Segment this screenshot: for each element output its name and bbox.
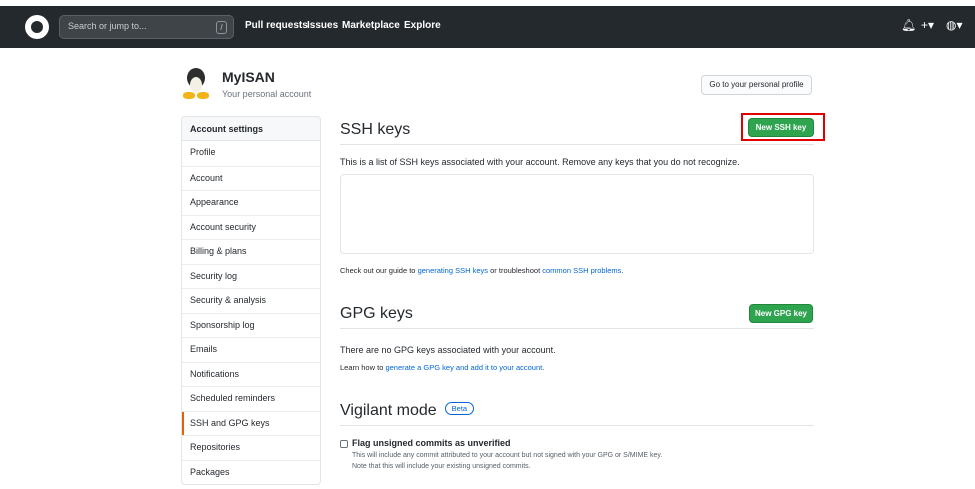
go-to-profile-button[interactable]: Go to your personal profile (701, 75, 812, 95)
ssh-keys-list (340, 174, 814, 254)
sidebar-item-security-log[interactable]: Security log (182, 263, 320, 289)
sidebar-item-scheduled-reminders[interactable]: Scheduled reminders (182, 386, 320, 411)
sidebar-item-repositories[interactable]: Repositories (182, 435, 320, 460)
vigilant-divider (340, 425, 814, 426)
search-input[interactable]: Search or jump to... / (59, 15, 234, 39)
sidebar-item-sponsorship-log[interactable]: Sponsorship log (182, 312, 320, 338)
sidebar-item-security-analysis[interactable]: Security & analysis (182, 288, 320, 313)
generate-gpg-key-link[interactable]: generate a GPG key and add it to your ac… (385, 363, 542, 372)
sidebar-item-account[interactable]: Account (182, 165, 320, 191)
sidebar-header: Account settings (182, 117, 320, 141)
sidebar-item-emails[interactable]: Emails (182, 337, 320, 362)
search-placeholder: Search or jump to... (68, 21, 147, 31)
ssh-description: This is a list of SSH keys associated wi… (340, 157, 740, 167)
gpg-learn-text: Learn how to generate a GPG key and add … (340, 363, 545, 372)
user-subtitle: Your personal account (222, 89, 312, 99)
plus-icon[interactable]: +▾ (921, 18, 934, 32)
ssh-guide-text: Check out our guide to generating SSH ke… (340, 266, 624, 275)
sidebar-item-profile[interactable]: Profile (182, 141, 320, 166)
vigilant-desc-line2: Note that this will include your existin… (352, 463, 531, 470)
sidebar-item-packages[interactable]: Packages (182, 459, 320, 485)
sidebar-item-ssh-gpg-keys[interactable]: SSH and GPG keys (182, 410, 320, 436)
ssh-divider (340, 144, 814, 145)
settings-sidebar: Account settings Profile Account Appeara… (181, 116, 321, 485)
nav-marketplace[interactable]: Marketplace (342, 20, 400, 31)
new-gpg-key-button[interactable]: New GPG key (749, 304, 813, 323)
common-ssh-problems-link[interactable]: common SSH problems (542, 266, 621, 275)
global-header: Search or jump to... / Pull requests Iss… (0, 6, 975, 48)
gpg-divider (340, 328, 814, 329)
sidebar-item-billing[interactable]: Billing & plans (182, 239, 320, 264)
github-logo-icon[interactable] (25, 15, 49, 39)
nav-issues[interactable]: Issues (307, 20, 338, 31)
flag-unsigned-checkbox[interactable] (340, 440, 348, 448)
gpg-empty-text: There are no GPG keys associated with yo… (340, 345, 556, 355)
vigilant-mode-title: Vigilant mode Beta (340, 402, 475, 420)
bell-icon[interactable]: 🔔︎ (901, 18, 916, 32)
sidebar-item-appearance[interactable]: Appearance (182, 190, 320, 215)
sidebar-item-notifications[interactable]: Notifications (182, 361, 320, 387)
slash-key-icon: / (216, 21, 227, 34)
generating-ssh-keys-link[interactable]: generating SSH keys (418, 266, 488, 275)
sidebar-item-account-security[interactable]: Account security (182, 214, 320, 240)
avatar-icon[interactable]: ◍▾ (946, 18, 963, 32)
highlight-box (741, 113, 825, 141)
gpg-keys-title: GPG keys (340, 305, 413, 322)
nav-explore[interactable]: Explore (404, 20, 441, 31)
avatar[interactable] (181, 68, 211, 100)
vigilant-desc-line1: This will include any commit attributed … (352, 452, 663, 459)
nav-pull-requests[interactable]: Pull requests (245, 20, 308, 31)
beta-badge: Beta (444, 402, 475, 416)
flag-unsigned-label[interactable]: Flag unsigned commits as unverified (352, 438, 511, 448)
user-name[interactable]: MyISAN (222, 69, 275, 85)
ssh-keys-title: SSH keys (340, 121, 411, 138)
